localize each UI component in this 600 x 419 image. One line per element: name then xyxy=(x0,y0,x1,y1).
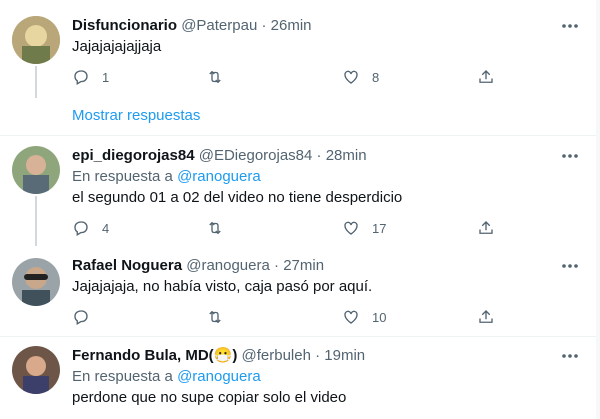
tweet-text: perdone que no supe copiar solo el video xyxy=(72,389,347,406)
timestamp[interactable]: 28min xyxy=(326,147,367,164)
share-icon xyxy=(479,221,493,234)
more-icon[interactable] xyxy=(560,146,580,166)
reply-to-handle[interactable]: @ranoguera xyxy=(177,368,261,385)
avatar-image xyxy=(12,16,60,64)
share-button[interactable] xyxy=(477,218,495,238)
separator: · xyxy=(261,17,267,34)
retweet-icon xyxy=(209,310,221,324)
tweet-4[interactable]: Fernando Bula, MD(😷) @ferbuleh · 19min E… xyxy=(0,337,596,419)
separator: · xyxy=(316,147,322,164)
like-button[interactable]: 10 xyxy=(342,307,386,327)
tweet-header: Fernando Bula, MD(😷) @ferbuleh · 19min xyxy=(72,346,365,366)
reply-icon xyxy=(74,70,88,85)
reply-count: 4 xyxy=(102,220,110,236)
avatar[interactable] xyxy=(12,258,60,306)
reply-context: En respuesta a @ranoguera xyxy=(72,367,261,387)
reply-button[interactable]: 1 xyxy=(72,67,109,87)
more-icon[interactable] xyxy=(560,16,580,36)
timestamp[interactable]: 27min xyxy=(283,257,324,274)
avatar-image xyxy=(12,346,60,394)
like-count: 8 xyxy=(372,69,380,85)
like-button[interactable]: 8 xyxy=(342,67,379,87)
reply-icon xyxy=(74,310,88,325)
tweet-header: Rafael Noguera @ranoguera · 27min xyxy=(72,256,324,276)
retweet-icon xyxy=(209,70,221,84)
display-name[interactable]: epi_diegorojas84 xyxy=(72,147,195,164)
reply-button[interactable] xyxy=(72,307,90,327)
reply-count: 1 xyxy=(102,69,110,85)
retweet-button[interactable] xyxy=(206,67,224,87)
user-handle[interactable]: @Paterpau xyxy=(181,17,257,34)
timestamp[interactable]: 26min xyxy=(271,17,312,34)
avatar[interactable] xyxy=(12,16,60,64)
show-replies-link[interactable]: Mostrar respuestas xyxy=(72,106,200,126)
reply-to-handle[interactable]: @ranoguera xyxy=(177,168,261,185)
avatar-image xyxy=(12,146,60,194)
user-handle[interactable]: @ranoguera xyxy=(186,257,270,274)
display-name[interactable]: Rafael Noguera xyxy=(72,257,182,274)
tweet-header: Disfuncionario @Paterpau · 26min xyxy=(72,16,312,36)
action-bar: 10 xyxy=(72,307,512,327)
reply-icon xyxy=(74,221,88,236)
reply-context: En respuesta a @ranoguera xyxy=(72,167,261,187)
separator: · xyxy=(274,257,280,274)
tweet-text: el segundo 01 a 02 del video no tiene de… xyxy=(72,189,403,206)
more-icon[interactable] xyxy=(560,346,580,366)
like-count: 10 xyxy=(372,309,387,325)
like-icon xyxy=(344,221,358,235)
share-button[interactable] xyxy=(477,307,495,327)
retweet-button[interactable] xyxy=(206,307,224,327)
scrollbar[interactable] xyxy=(596,0,600,419)
reply-button[interactable]: 4 xyxy=(72,218,109,238)
reply-prefix: En respuesta a xyxy=(72,168,178,185)
retweet-button[interactable] xyxy=(206,218,224,238)
share-icon xyxy=(479,310,493,323)
display-name[interactable]: Disfuncionario xyxy=(72,17,177,34)
avatar[interactable] xyxy=(12,346,60,394)
display-name[interactable]: Fernando Bula, MD(😷) xyxy=(72,347,237,364)
like-count: 17 xyxy=(372,220,387,236)
reply-prefix: En respuesta a xyxy=(72,368,178,385)
tweet-3[interactable]: Rafael Noguera @ranoguera · 27min Jajaja… xyxy=(0,246,596,336)
tweet-text: Jajajajaja, no había visto, caja pasó po… xyxy=(72,278,373,295)
user-handle[interactable]: @ferbuleh xyxy=(242,347,311,364)
separator: · xyxy=(315,347,321,364)
share-icon xyxy=(479,70,493,83)
retweet-icon xyxy=(209,221,221,235)
tweet-text: Jajajajajajjaja xyxy=(72,38,162,55)
like-button[interactable]: 17 xyxy=(342,218,386,238)
share-button[interactable] xyxy=(477,67,495,87)
thread-line xyxy=(35,196,37,246)
tweet-2[interactable]: epi_diegorojas84 @EDiegorojas84 · 28min … xyxy=(0,136,596,246)
more-icon[interactable] xyxy=(560,256,580,276)
tweet-header: epi_diegorojas84 @EDiegorojas84 · 28min xyxy=(72,146,367,166)
action-bar: 1 8 xyxy=(72,67,512,87)
user-handle[interactable]: @EDiegorojas84 xyxy=(199,147,313,164)
like-icon xyxy=(344,310,358,324)
thread-line xyxy=(35,66,37,98)
tweet-1[interactable]: Disfuncionario @Paterpau · 26min Jajajaj… xyxy=(0,0,596,135)
action-bar: 4 17 xyxy=(72,218,512,238)
timestamp[interactable]: 19min xyxy=(324,347,365,364)
avatar[interactable] xyxy=(12,146,60,194)
like-icon xyxy=(344,70,358,84)
avatar-image xyxy=(12,258,60,306)
